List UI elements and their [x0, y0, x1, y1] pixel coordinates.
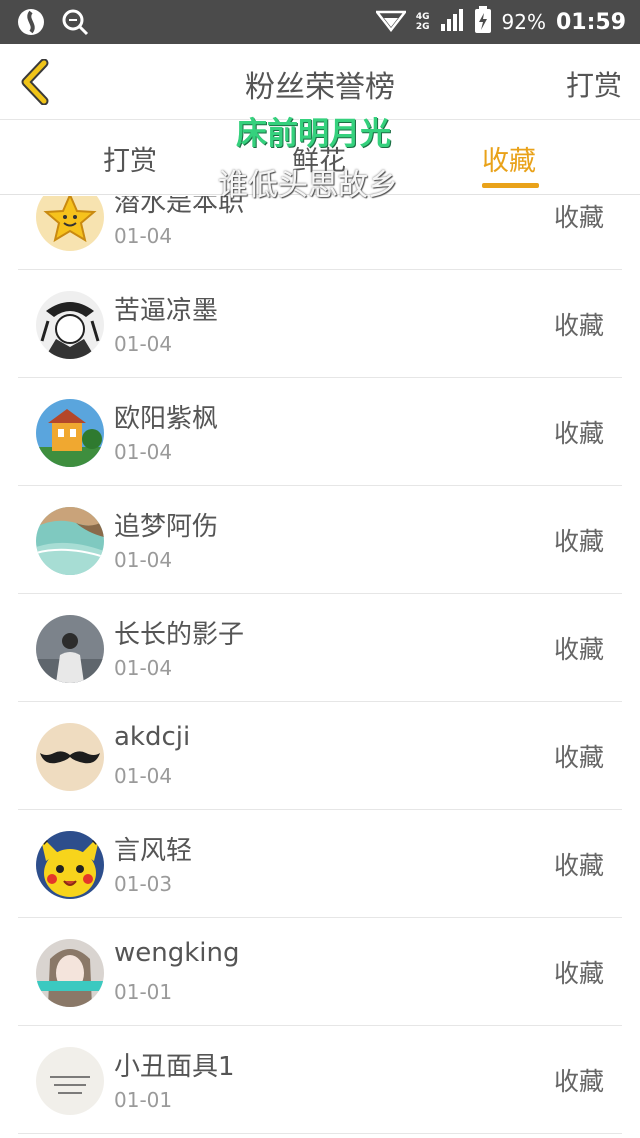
- list-item[interactable]: 言风轻 01-03 收藏: [18, 810, 622, 918]
- person-avatar: [36, 615, 104, 683]
- item-name: 长长的影子: [114, 620, 245, 650]
- status-bar: 4G 2G 92% 01:59: [0, 0, 640, 44]
- list-item[interactable]: wengking 01-01 收藏: [18, 918, 622, 1026]
- item-name: 苦逼凉墨: [114, 296, 219, 326]
- item-name: 言风轻: [114, 836, 193, 866]
- battery-icon: [474, 6, 492, 38]
- item-name: 小丑面具1: [114, 1052, 235, 1082]
- house-avatar: [36, 399, 104, 467]
- item-action: 收藏: [553, 635, 604, 664]
- item-name: 欧阳紫枫: [114, 404, 219, 434]
- battery-percent: 92%: [501, 10, 546, 34]
- item-date: 01-01: [114, 980, 173, 1004]
- overlay-lyric-line2: 谁低头思故乡: [218, 168, 398, 203]
- item-date: 01-04: [114, 440, 173, 464]
- item-date: 01-01: [114, 1088, 173, 1112]
- clock: 01:59: [555, 9, 626, 35]
- item-action: 收藏: [553, 311, 604, 340]
- fan-list: 潜水是本职 01-04 收藏 苦逼凉墨 01-04 收藏 欧阳紫枫 01-04 …: [0, 196, 640, 1138]
- network-bottom-label: 2G: [415, 22, 430, 32]
- network-top-label: 4G: [415, 12, 430, 22]
- list-item[interactable]: 苦逼凉墨 01-04 收藏: [18, 270, 622, 378]
- item-name: wengking: [114, 938, 240, 968]
- list-item[interactable]: 潜水是本职 01-04 收藏: [18, 196, 622, 270]
- item-action: 收藏: [553, 959, 604, 988]
- item-action: 收藏: [553, 743, 604, 772]
- overlay-lyric-line1: 床前明月光: [236, 116, 391, 152]
- mustache-avatar: [36, 723, 104, 791]
- girl-avatar: [36, 939, 104, 1007]
- list-item[interactable]: akdcji 01-04 收藏: [18, 702, 622, 810]
- item-action: 收藏: [553, 203, 604, 232]
- item-date: 01-04: [114, 224, 173, 248]
- item-date: 01-04: [114, 332, 173, 356]
- list-item[interactable]: 欧阳紫枫 01-04 收藏: [18, 378, 622, 486]
- item-action: 收藏: [553, 419, 604, 448]
- signal-icon: [440, 8, 464, 36]
- active-tab-indicator: [482, 183, 539, 188]
- search-icon: [60, 7, 90, 41]
- page-title: 粉丝荣誉榜: [245, 70, 395, 105]
- tip-button[interactable]: 打赏: [566, 64, 622, 104]
- network-type: 4G 2G: [416, 12, 430, 32]
- item-date: 01-04: [114, 764, 173, 788]
- item-action: 收藏: [553, 527, 604, 556]
- item-action: 收藏: [553, 1067, 604, 1096]
- wifi-icon: [374, 8, 408, 36]
- list-item[interactable]: 长长的影子 01-04 收藏: [18, 594, 622, 702]
- app-icon: [16, 7, 46, 41]
- sketch-avatar: [36, 291, 104, 359]
- item-name: 追梦阿伤: [114, 512, 219, 542]
- item-name: akdcji: [114, 722, 191, 752]
- yellow-star-avatar: [36, 196, 104, 251]
- list-item[interactable]: 小丑面具1 01-01 收藏: [18, 1026, 622, 1134]
- item-action: 收藏: [553, 851, 604, 880]
- beach-avatar: [36, 507, 104, 575]
- tab-tips[interactable]: 打赏: [103, 139, 157, 178]
- tab-favorites[interactable]: 收藏: [482, 139, 536, 178]
- item-date: 01-04: [114, 548, 173, 572]
- pikachu-avatar: [36, 831, 104, 899]
- item-date: 01-04: [114, 656, 173, 680]
- note-avatar: [36, 1047, 104, 1115]
- list-item[interactable]: 追梦阿伤 01-04 收藏: [18, 486, 622, 594]
- item-date: 01-03: [114, 872, 173, 896]
